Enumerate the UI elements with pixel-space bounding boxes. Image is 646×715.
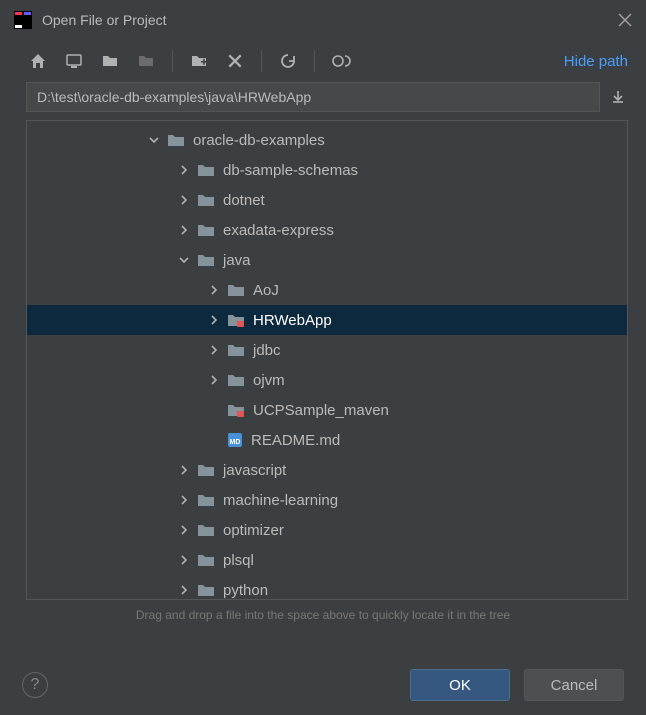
hide-path-link[interactable]: Hide path xyxy=(564,53,628,70)
folder-icon xyxy=(227,282,245,298)
show-hidden-icon[interactable] xyxy=(329,49,353,73)
tree-node[interactable]: jdbc xyxy=(27,335,627,365)
tree-node[interactable]: javascript xyxy=(27,455,627,485)
history-icon[interactable] xyxy=(608,87,628,107)
separator xyxy=(172,50,173,72)
tree-node-label: java xyxy=(223,252,251,269)
folder-icon xyxy=(197,192,215,208)
tree-node[interactable]: machine-learning xyxy=(27,485,627,515)
cancel-button[interactable]: Cancel xyxy=(524,669,624,701)
path-row xyxy=(0,82,646,120)
tree-node[interactable]: HRWebApp xyxy=(27,305,627,335)
tree-node-label: javascript xyxy=(223,462,286,479)
tree-node[interactable]: exadata-express xyxy=(27,215,627,245)
chevron-down-icon[interactable] xyxy=(177,253,191,267)
chevron-right-icon[interactable] xyxy=(207,343,221,357)
folder-icon xyxy=(197,552,215,568)
home-icon[interactable] xyxy=(26,49,50,73)
intellij-icon xyxy=(14,11,32,29)
refresh-icon[interactable] xyxy=(276,49,300,73)
svg-text:MD: MD xyxy=(230,439,241,446)
ok-button[interactable]: OK xyxy=(410,669,510,701)
tree-node[interactable]: oracle-db-examples xyxy=(27,125,627,155)
chevron-right-icon[interactable] xyxy=(177,463,191,477)
chevron-right-icon[interactable] xyxy=(177,193,191,207)
file-tree[interactable]: oracle-db-examples db-sample-schemas dotne… xyxy=(27,121,627,599)
tree-node[interactable]: db-sample-schemas xyxy=(27,155,627,185)
tree-node[interactable]: MD README.md xyxy=(27,425,627,455)
tree-node-label: AoJ xyxy=(253,282,279,299)
chevron-right-icon[interactable] xyxy=(177,493,191,507)
tree-node[interactable]: java xyxy=(27,245,627,275)
tree-node-label: python xyxy=(223,582,268,599)
project-folder-icon[interactable] xyxy=(98,49,122,73)
hint-label: Drag and drop a file into the space abov… xyxy=(0,608,646,622)
tree-node-label: dotnet xyxy=(223,192,265,209)
tree-node[interactable]: AoJ xyxy=(27,275,627,305)
project-icon xyxy=(227,312,245,328)
arrow-placeholder xyxy=(207,433,221,447)
tree-node-label: ojvm xyxy=(253,372,285,389)
dialog-title: Open File or Project xyxy=(42,12,618,28)
folder-icon xyxy=(197,462,215,478)
arrow-placeholder xyxy=(207,403,221,417)
tree-container: oracle-db-examples db-sample-schemas dotne… xyxy=(26,120,628,600)
desktop-icon[interactable] xyxy=(62,49,86,73)
tree-node-label: oracle-db-examples xyxy=(193,132,325,149)
folder-icon xyxy=(227,342,245,358)
chevron-right-icon[interactable] xyxy=(177,223,191,237)
folder-icon xyxy=(227,372,245,388)
chevron-right-icon[interactable] xyxy=(207,313,221,327)
tree-node-label: db-sample-schemas xyxy=(223,162,358,179)
tree-node[interactable]: dotnet xyxy=(27,185,627,215)
titlebar: Open File or Project xyxy=(0,0,646,40)
folder-icon xyxy=(197,222,215,238)
chevron-right-icon[interactable] xyxy=(177,523,191,537)
chevron-down-icon[interactable] xyxy=(147,133,161,147)
folder-icon xyxy=(197,492,215,508)
help-button[interactable]: ? xyxy=(22,672,48,698)
separator xyxy=(314,50,315,72)
tree-node-label: plsql xyxy=(223,552,254,569)
tree-node-label: optimizer xyxy=(223,522,284,539)
tree-node-label: exadata-express xyxy=(223,222,334,239)
separator xyxy=(261,50,262,72)
tree-node-label: machine-learning xyxy=(223,492,338,509)
markdown-file-icon: MD xyxy=(227,432,243,448)
folder-icon xyxy=(197,522,215,538)
tree-node-label: README.md xyxy=(251,432,340,449)
chevron-right-icon[interactable] xyxy=(177,163,191,177)
new-folder-icon[interactable] xyxy=(187,49,211,73)
chevron-right-icon[interactable] xyxy=(177,583,191,597)
project-icon xyxy=(227,402,245,418)
footer: ? OK Cancel xyxy=(0,669,646,701)
tree-node[interactable]: UCPSample_maven xyxy=(27,395,627,425)
folder-icon xyxy=(167,132,185,148)
tree-node-label: HRWebApp xyxy=(253,312,332,329)
chevron-right-icon[interactable] xyxy=(207,373,221,387)
folder-icon xyxy=(197,162,215,178)
module-folder-icon xyxy=(134,49,158,73)
toolbar: Hide path xyxy=(0,40,646,82)
folder-icon xyxy=(197,252,215,268)
tree-node-label: UCPSample_maven xyxy=(253,402,389,419)
folder-icon xyxy=(197,582,215,598)
tree-node-label: jdbc xyxy=(253,342,281,359)
chevron-right-icon[interactable] xyxy=(177,553,191,567)
tree-node[interactable]: python xyxy=(27,575,627,599)
delete-icon[interactable] xyxy=(223,49,247,73)
close-icon[interactable] xyxy=(618,13,632,27)
tree-node[interactable]: ojvm xyxy=(27,365,627,395)
path-input[interactable] xyxy=(26,82,600,112)
tree-node[interactable]: optimizer xyxy=(27,515,627,545)
tree-node[interactable]: plsql xyxy=(27,545,627,575)
chevron-right-icon[interactable] xyxy=(207,283,221,297)
